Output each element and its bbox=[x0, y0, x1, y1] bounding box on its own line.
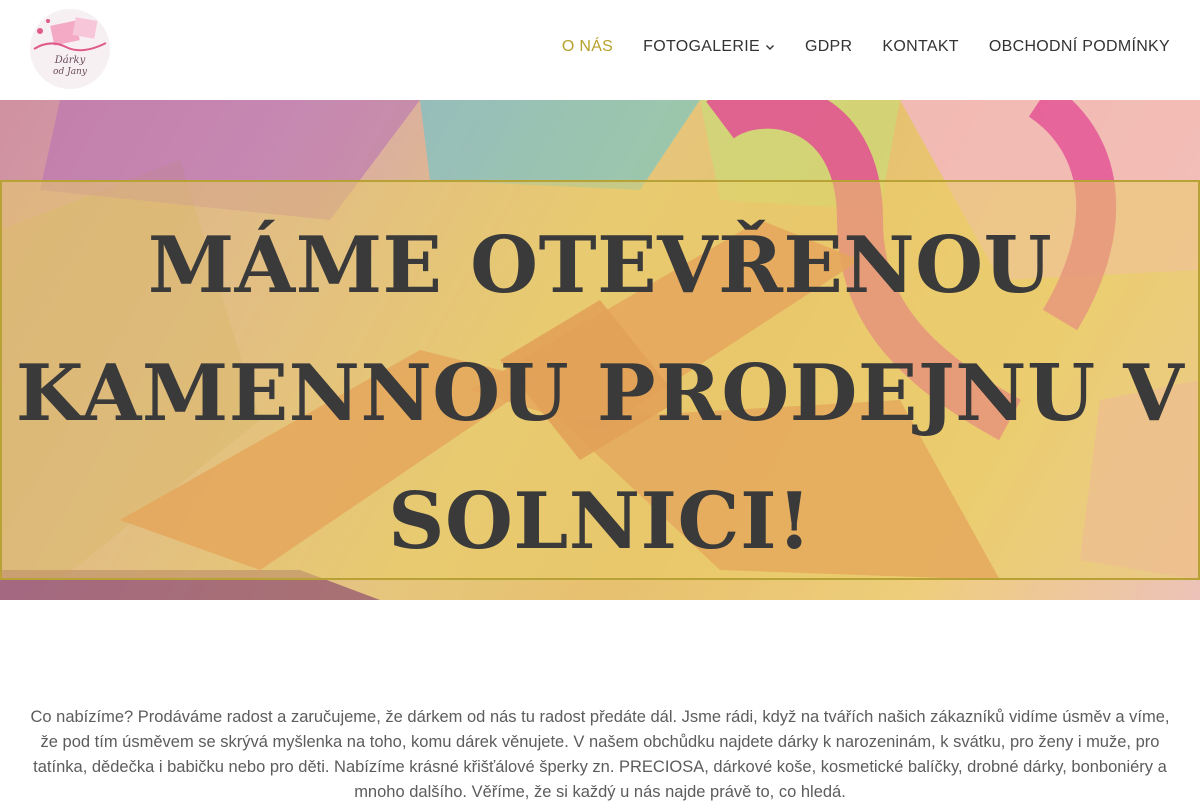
nav-item-label: FOTOGALERIE bbox=[643, 38, 760, 55]
nav-item-label: O NÁS bbox=[561, 38, 614, 55]
nav-item-kontakt[interactable]: KONTAKT bbox=[882, 38, 958, 56]
nav-item-label: GDPR bbox=[804, 38, 853, 55]
site-header: Dárky od Jany O NÁS FOTOGALERIE GDPR KON… bbox=[0, 0, 1200, 100]
logo[interactable]: Dárky od Jany bbox=[30, 9, 110, 89]
nav-item-label: OBCHODNÍ PODMÍNKY bbox=[988, 38, 1170, 55]
gift-logo-icon bbox=[33, 17, 107, 52]
nav-item-obchodni-podminky[interactable]: OBCHODNÍ PODMÍNKY bbox=[989, 38, 1170, 56]
intro-paragraph: Co nabízíme? Prodáváme radost a zaručuje… bbox=[30, 708, 1170, 801]
logo-text: Dárky bbox=[54, 55, 86, 66]
main-nav: O NÁS FOTOGALERIE GDPR KONTAKT OBCHODNÍ … bbox=[532, 38, 1170, 56]
logo-subtext: od Jany bbox=[53, 67, 87, 77]
nav-item-fotogalerie[interactable]: FOTOGALERIE bbox=[643, 38, 775, 56]
hero-banner: MÁME OTEVŘENOU KAMENNOU PRODEJNU V SOLNI… bbox=[0, 100, 1200, 600]
hero-title: MÁME OTEVŘENOU KAMENNOU PRODEJNU V SOLNI… bbox=[15, 220, 1185, 567]
nav-item-gdpr[interactable]: GDPR bbox=[805, 38, 852, 56]
nav-item-o-nas[interactable]: O NÁS bbox=[562, 38, 613, 56]
chevron-down-icon bbox=[765, 45, 774, 50]
nav-item-label: KONTAKT bbox=[882, 38, 959, 55]
